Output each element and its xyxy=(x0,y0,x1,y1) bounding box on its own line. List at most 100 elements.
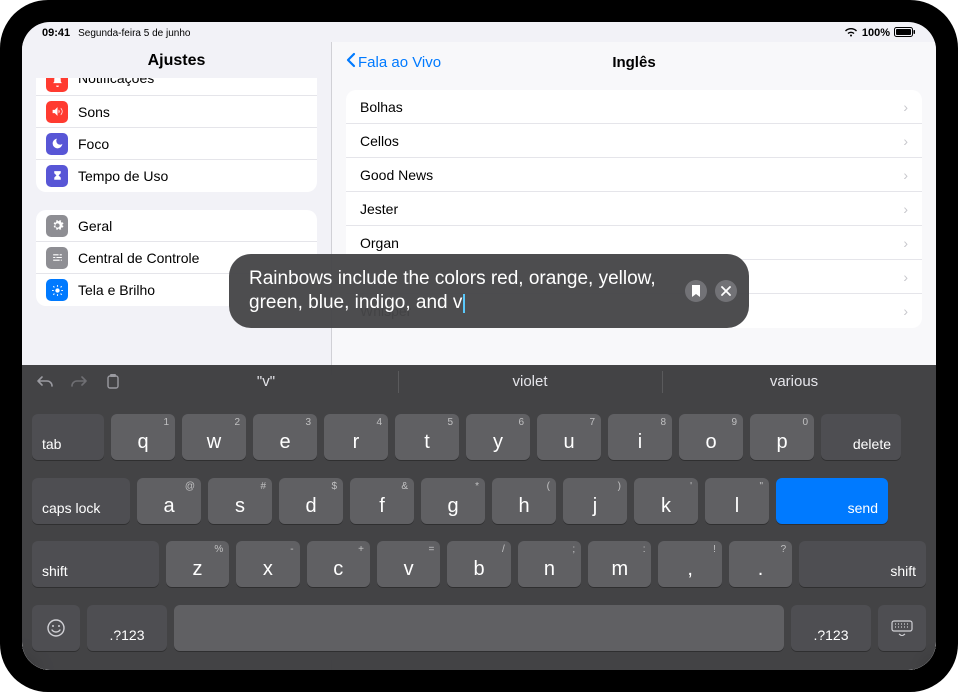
suggestion-bar: "v" violet various xyxy=(134,365,926,399)
key-z[interactable]: %z xyxy=(166,541,229,587)
screen: 09:41 Segunda-feira 5 de junho 100% Ajus… xyxy=(22,22,936,670)
voice-row[interactable]: Cellos › xyxy=(346,124,922,158)
key-y[interactable]: 6y xyxy=(466,414,530,460)
moon-icon xyxy=(46,133,68,155)
key-e[interactable]: 3e xyxy=(253,414,317,460)
chevron-right-icon: › xyxy=(903,201,908,217)
chevron-right-icon: › xyxy=(903,303,908,319)
key-v[interactable]: =v xyxy=(377,541,440,587)
keyboard-row-3: shift %z-x+c=v/b;n:m!,?. shift xyxy=(32,541,926,587)
sidebar-item-label: Geral xyxy=(78,218,112,234)
key-,[interactable]: !, xyxy=(658,541,721,587)
key-shift-right[interactable]: shift xyxy=(799,541,926,587)
sidebar-item-sounds[interactable]: Sons xyxy=(36,96,317,128)
key-capslock[interactable]: caps lock xyxy=(32,478,130,524)
key-.[interactable]: ?. xyxy=(729,541,792,587)
key-b[interactable]: /b xyxy=(447,541,510,587)
key-x[interactable]: -x xyxy=(236,541,299,587)
sidebar-item-focus[interactable]: Foco xyxy=(36,128,317,160)
suggestion-3[interactable]: various xyxy=(662,365,926,399)
sidebar-item-label: Tempo de Uso xyxy=(78,168,168,184)
undo-button[interactable] xyxy=(32,369,58,395)
status-date: Segunda-feira 5 de junho xyxy=(78,28,190,39)
key-t[interactable]: 5t xyxy=(395,414,459,460)
key-emoji[interactable] xyxy=(32,605,80,651)
key-k[interactable]: 'k xyxy=(634,478,698,524)
sliders-icon xyxy=(46,247,68,269)
status-time: 09:41 xyxy=(42,27,70,39)
hourglass-icon xyxy=(46,165,68,187)
key-s[interactable]: #s xyxy=(208,478,272,524)
keyboard-toolbar: "v" violet various xyxy=(22,365,936,399)
key-m[interactable]: :m xyxy=(588,541,651,587)
voice-row[interactable]: Good News › xyxy=(346,158,922,192)
content-header: Fala ao Vivo Inglês xyxy=(332,42,936,82)
wifi-icon xyxy=(844,27,858,40)
key-n[interactable]: ;n xyxy=(518,541,581,587)
key-h[interactable]: (h xyxy=(492,478,556,524)
key-l[interactable]: "l xyxy=(705,478,769,524)
key-dismiss-keyboard[interactable] xyxy=(878,605,926,651)
battery-icon xyxy=(894,27,916,40)
key-d[interactable]: $d xyxy=(279,478,343,524)
sun-icon xyxy=(46,279,68,301)
battery-percent: 100% xyxy=(862,27,890,39)
chevron-right-icon: › xyxy=(903,167,908,183)
key-o[interactable]: 9o xyxy=(679,414,743,460)
chevron-right-icon: › xyxy=(903,269,908,285)
key-i[interactable]: 8i xyxy=(608,414,672,460)
key-w[interactable]: 2w xyxy=(182,414,246,460)
suggestion-2[interactable]: violet xyxy=(398,365,662,399)
key-symbols-left[interactable]: .?123 xyxy=(87,605,167,651)
key-symbols-right[interactable]: .?123 xyxy=(791,605,871,651)
sidebar-item-general[interactable]: Geral xyxy=(36,210,317,242)
keyboard-row-1: tab 1q2w3e4r5t6y7u8i9o0p delete xyxy=(32,414,926,460)
voice-row[interactable]: Bolhas › xyxy=(346,90,922,124)
key-a[interactable]: @a xyxy=(137,478,201,524)
key-tab[interactable]: tab xyxy=(32,414,104,460)
sidebar-title: Ajustes xyxy=(22,42,331,78)
live-speech-bubble[interactable]: Rainbows include the colors red, orange,… xyxy=(229,254,749,328)
close-button[interactable] xyxy=(715,280,737,302)
voice-row[interactable]: Jester › xyxy=(346,192,922,226)
sidebar-item-screentime[interactable]: Tempo de Uso xyxy=(36,160,317,192)
chevron-left-icon xyxy=(346,52,356,72)
key-f[interactable]: &f xyxy=(350,478,414,524)
key-q[interactable]: 1q xyxy=(111,414,175,460)
sidebar-item-label: Sons xyxy=(78,104,110,120)
clipboard-button[interactable] xyxy=(100,369,126,395)
key-space[interactable] xyxy=(174,605,784,651)
key-delete[interactable]: delete xyxy=(821,414,901,460)
key-u[interactable]: 7u xyxy=(537,414,601,460)
key-g[interactable]: *g xyxy=(421,478,485,524)
voice-label: Bolhas xyxy=(360,99,403,115)
sidebar-item-notifications[interactable]: Notificações xyxy=(36,78,317,96)
back-label: Fala ao Vivo xyxy=(358,54,441,71)
device-frame: 09:41 Segunda-feira 5 de junho 100% Ajus… xyxy=(0,0,958,692)
voice-label: Cellos xyxy=(360,133,399,149)
key-send[interactable]: send xyxy=(776,478,888,524)
voice-label: Organ xyxy=(360,235,399,251)
sidebar-group-1: Notificações Sons Foco xyxy=(36,78,317,192)
key-p[interactable]: 0p xyxy=(750,414,814,460)
sidebar-item-label: Notificações xyxy=(78,78,154,86)
live-speech-text[interactable]: Rainbows include the colors red, orange,… xyxy=(249,267,689,315)
key-j[interactable]: )j xyxy=(563,478,627,524)
gear-icon xyxy=(46,215,68,237)
suggestion-1[interactable]: "v" xyxy=(134,365,398,399)
speaker-icon xyxy=(46,101,68,123)
redo-button[interactable] xyxy=(66,369,92,395)
chevron-right-icon: › xyxy=(903,133,908,149)
bookmark-button[interactable] xyxy=(685,280,707,302)
key-shift-left[interactable]: shift xyxy=(32,541,159,587)
text-cursor xyxy=(463,294,465,313)
live-speech-text-value: Rainbows include the colors red, orange,… xyxy=(249,268,656,313)
content-title: Inglês xyxy=(612,54,655,71)
bell-icon xyxy=(46,78,68,92)
keyboard: "v" violet various tab 1q2w3e4r5t6y7u8i9… xyxy=(22,365,936,670)
sidebar-item-label: Tela e Brilho xyxy=(78,282,155,298)
voice-label: Jester xyxy=(360,201,398,217)
back-button[interactable]: Fala ao Vivo xyxy=(346,52,441,72)
key-c[interactable]: +c xyxy=(307,541,370,587)
key-r[interactable]: 4r xyxy=(324,414,388,460)
